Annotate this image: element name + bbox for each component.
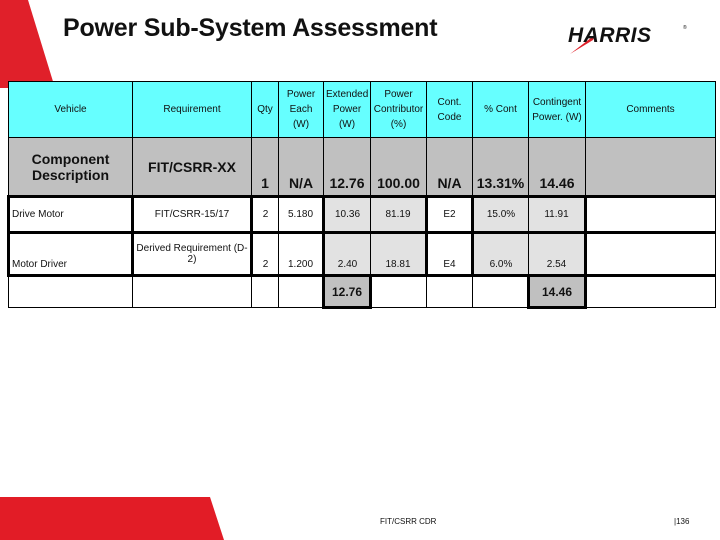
header-row: Vehicle Requirement Qty Power Each (W) E…	[8, 81, 716, 138]
logo-text: HARRIS	[568, 24, 652, 47]
totals-empty	[370, 275, 427, 308]
row-pct-cont: 6.0%	[471, 232, 529, 277]
page-number: |136	[674, 517, 690, 526]
component-description: Component Description	[8, 137, 133, 197]
col-header-extended-power: Extended Power (W)	[323, 81, 371, 138]
table-row: Motor Driver Derived Requirement (D-2) 2…	[7, 232, 716, 277]
table-row: Drive Motor FIT/CSRR-15/17 2 5.180 10.36…	[7, 195, 716, 234]
col-header-contingent-power: Contingent Power. (W)	[528, 81, 586, 138]
total-extended-power: 12.76	[322, 274, 372, 309]
row-cont-code: E2	[426, 195, 473, 234]
row-requirement: FIT/CSRR-15/17	[132, 195, 253, 234]
totals-empty	[251, 275, 279, 308]
row-requirement: Derived Requirement (D-2)	[132, 232, 253, 277]
power-assessment-table: Vehicle Requirement Qty Power Each (W) E…	[7, 81, 716, 309]
totals-empty	[8, 275, 133, 308]
totals-empty	[132, 275, 252, 308]
total-contingent-power: 14.46	[527, 274, 587, 309]
component-row: Component Description FIT/CSRR-XX 1 N/A …	[8, 137, 716, 197]
row-contingent-power: 11.91	[528, 195, 587, 234]
component-requirement: FIT/CSRR-XX	[132, 137, 252, 197]
component-qty: 1	[251, 137, 279, 197]
row-power-each: 5.180	[278, 195, 324, 234]
row-contingent-power: 2.54	[528, 232, 587, 277]
row-power-contributor: 81.19	[370, 195, 428, 234]
col-header-power-contributor: Power Contributor (%)	[370, 81, 427, 138]
row-cont-code: E4	[426, 232, 473, 277]
col-header-power-each: Power Each (W)	[278, 81, 324, 138]
row-comments	[585, 195, 716, 234]
totals-empty	[472, 275, 529, 308]
component-contingent-power: 14.46	[528, 137, 586, 197]
col-header-cont-code: Cont. Code	[426, 81, 473, 138]
row-comments	[585, 232, 716, 277]
component-cont-code: N/A	[426, 137, 473, 197]
col-header-vehicle: Vehicle	[8, 81, 133, 138]
footer-doc-label: FIT/CSRR CDR	[380, 517, 437, 526]
row-vehicle: Drive Motor	[7, 195, 134, 234]
footer-red-accent	[0, 497, 224, 540]
component-power-each: N/A	[278, 137, 324, 197]
row-vehicle: Motor Driver	[7, 232, 134, 277]
col-header-pct-cont: % Cont	[472, 81, 529, 138]
totals-empty	[278, 275, 324, 308]
row-power-each: 1.200	[278, 232, 324, 277]
col-header-qty: Qty	[251, 81, 279, 138]
component-extended-power: 12.76	[323, 137, 371, 197]
totals-row: 12.76 14.46	[8, 274, 716, 309]
harris-logo: HARRIS ®	[568, 24, 687, 54]
component-pct-cont: 13.31%	[472, 137, 529, 197]
row-extended-power: 10.36	[322, 195, 371, 234]
totals-empty	[426, 275, 473, 308]
logo-registered-mark: ®	[683, 24, 687, 31]
page-number-value: 136	[676, 517, 690, 526]
row-extended-power: 2.40	[322, 232, 371, 277]
row-pct-cont: 15.0%	[471, 195, 529, 234]
row-power-contributor: 18.81	[370, 232, 428, 277]
col-header-requirement: Requirement	[132, 81, 252, 138]
page-title: Power Sub-System Assessment	[63, 14, 438, 42]
totals-empty	[585, 275, 716, 308]
col-header-comments: Comments	[585, 81, 716, 138]
component-power-contributor: 100.00	[370, 137, 427, 197]
header-red-accent	[0, 0, 55, 88]
row-qty: 2	[251, 195, 279, 234]
component-comments	[585, 137, 716, 197]
row-qty: 2	[251, 232, 279, 277]
